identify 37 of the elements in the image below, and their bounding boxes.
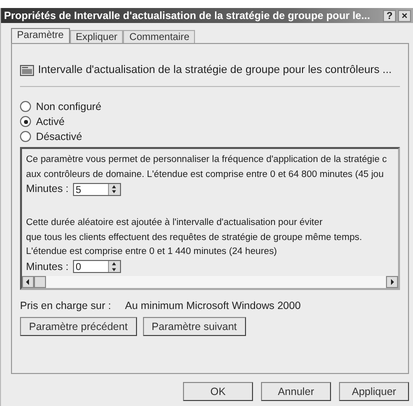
radio-button[interactable] [20,101,31,112]
minutes-spin-field[interactable]: 5 [72,182,121,196]
radio-label: Désactivé [36,130,82,142]
radio-option[interactable]: Non configuré [20,99,400,114]
radio-label: Non configuré [36,100,102,112]
minutes-label: Minutes : [26,183,69,195]
policy-name: Intervalle d'actualisation de la stratégie de groupe pour les contrôleurs ... [38,64,392,76]
minutes-label: Minutes : [26,260,69,272]
scroll-thumb[interactable] [34,276,46,288]
policy-icon [20,65,34,76]
tab[interactable]: Commentaire [123,30,196,43]
setting-description: L'étendue est comprise entre 0 et 1 440 minutes (24 heures) [26,244,277,258]
help-button[interactable]: ? [383,10,396,22]
tab[interactable]: Paramètre [11,28,70,43]
radio-option[interactable]: Désactivé [20,129,400,144]
supported-label: Pris en charge sur : [20,300,112,312]
radio-label: Activé [36,116,65,128]
field-value: 0 [76,261,82,272]
dialog-button[interactable]: OK [183,382,253,401]
setting-description: Cette durée aléatoire est ajoutée à l'intervalle d'actualisation pour éviter [26,215,322,229]
setting-description: que tous les clients effectuent des requêtes de stratégie de groupe même temps. [26,230,362,244]
radio-button[interactable] [20,116,31,127]
radio-button[interactable] [20,131,31,142]
dialog-button[interactable]: Annuler [261,382,331,401]
close-button[interactable]: × [398,10,411,22]
dialog-button[interactable]: Appliquer [339,382,409,401]
minutes-spin-field[interactable]: 0 [72,260,121,273]
window-title: Propriétés de Intervalle d'actualisation de la stratégie de groupe pour le... [4,10,372,22]
nav-button[interactable]: Paramètre suivant [142,317,246,336]
field-value: 5 [76,184,82,194]
nav-button[interactable]: Paramètre précédent [20,317,137,336]
setting-description: aux contrôleurs de domaine. L'étendue est comprise entre 0 et 64 800 minutes (45 jou [26,166,384,181]
radio-option[interactable]: Activé [20,114,400,129]
tab[interactable]: Expliquer [70,30,124,43]
horizontal-scrollbar[interactable] [22,276,398,288]
supported-value: Au minimum Microsoft Windows 2000 [125,300,301,312]
setting-description: Ce paramètre vous permet de personnaliser la fréquence d'application de la stratégie c [26,152,387,166]
